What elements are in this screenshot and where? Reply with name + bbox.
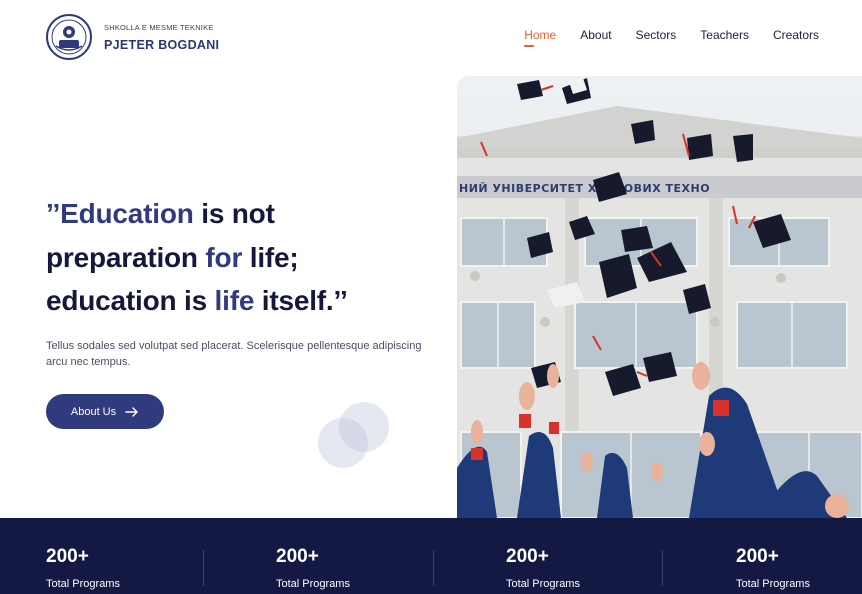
- stat-value: 200+: [506, 546, 549, 567]
- stat-label: Total Programs: [46, 578, 120, 590]
- stat-item: 200+ Total Programs: [46, 546, 120, 590]
- stat-value: 200+: [46, 546, 89, 567]
- quote-text: preparation: [46, 241, 206, 273]
- stat-divider: [433, 550, 434, 586]
- quote-open-mark: ’’: [46, 198, 61, 229]
- school-logo[interactable]: SHKOLLA E MESME TEKNIKE PJETER BOGDANI: [46, 14, 219, 60]
- decor-circle: [339, 402, 389, 452]
- nav-creators[interactable]: Creators: [773, 28, 819, 42]
- quote-highlight-for: for: [205, 241, 243, 273]
- nav-sectors-label: Sectors: [635, 28, 677, 42]
- school-seal-icon: [46, 14, 92, 60]
- stats-band: 200+ Total Programs 200+ Total Programs …: [0, 518, 862, 594]
- quote-text: education is: [46, 285, 215, 316]
- arrow-right-icon: [125, 406, 138, 417]
- about-us-button[interactable]: About Us: [46, 394, 164, 429]
- nav-sectors[interactable]: Sectors: [636, 28, 677, 42]
- hero-description: Tellus sodales sed volutpat sed placerat…: [46, 340, 422, 368]
- stat-divider: [203, 550, 204, 586]
- nav-teachers-label: Teachers: [700, 28, 749, 42]
- quote-text: itself.’’: [254, 285, 348, 316]
- nav-creators-label: Creators: [772, 28, 819, 42]
- stat-value: 200+: [276, 546, 319, 567]
- nav-home-label: Home: [524, 28, 557, 42]
- stat-item: 200+ Total Programs: [506, 546, 580, 590]
- quote-text: life;: [242, 241, 299, 273]
- stat-label: Total Programs: [736, 578, 810, 590]
- quote-highlight-life: life: [214, 285, 255, 316]
- stat-label: Total Programs: [276, 578, 350, 590]
- stat-value: 200+: [736, 546, 779, 567]
- about-us-button-label: About Us: [70, 405, 117, 418]
- nav-teachers[interactable]: Teachers: [700, 28, 749, 42]
- active-indicator: [524, 45, 535, 47]
- quote-highlight-education: Education: [60, 198, 194, 229]
- graduation-illustration: НИЙ УНІВЕРСИТЕТ ХАРЧОВИХ ТЕХНО: [457, 76, 862, 518]
- building-sign: НИЙ УНІВЕРСИТЕТ ХАРЧОВИХ ТЕХНО: [459, 182, 710, 195]
- main-nav: Home About Sectors Teachers Creators: [500, 28, 819, 47]
- graduation-photo: НИЙ УНІВЕРСИТЕТ ХАРЧОВИХ ТЕХНО: [457, 76, 862, 518]
- hero-quote: ’’Education is not preparation for life;…: [46, 192, 446, 323]
- nav-about-label: About: [580, 28, 612, 42]
- stat-label: Total Programs: [506, 578, 580, 590]
- stat-item: 200+ Total Programs: [736, 546, 810, 590]
- stat-divider: [662, 550, 663, 586]
- quote-text: is not: [193, 198, 275, 229]
- nav-about[interactable]: About: [580, 28, 611, 42]
- stat-item: 200+ Total Programs: [276, 546, 350, 590]
- brand-name: PJETER BOGDANI: [104, 37, 220, 52]
- brand-subtitle: SHKOLLA E MESME TEKNIKE: [104, 22, 214, 32]
- nav-home[interactable]: Home: [524, 28, 557, 47]
